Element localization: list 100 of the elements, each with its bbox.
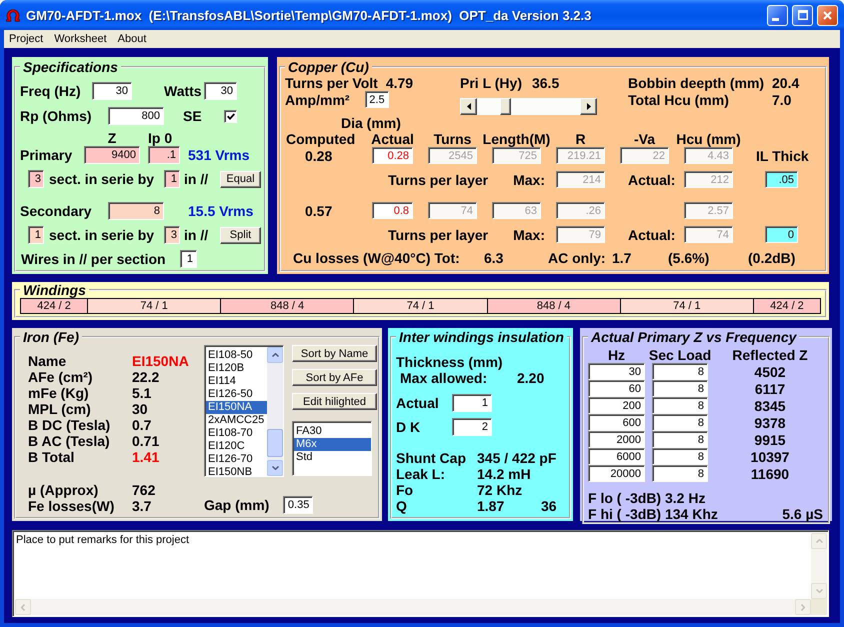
list-item[interactable]: EI126-50 [206,388,267,401]
actual-diameter-field[interactable]: 0.8 [372,202,413,219]
frequency-field[interactable]: 30 [588,363,645,380]
menu-item[interactable]: Project [4,33,48,45]
list-item[interactable]: EI108-70 [206,427,267,440]
watts-field[interactable]: 30 [204,82,237,100]
wires-field[interactable]: 1 [180,250,197,268]
slider-right-button[interactable] [580,98,597,115]
il-thickness-field[interactable]: 0 [765,226,798,243]
list-item[interactable]: EI150NA [206,401,267,414]
scroll-down-button[interactable] [267,460,283,476]
column-heading: Sec Load [648,347,712,363]
maximize-icon [798,10,808,20]
remarks-field[interactable]: Place to put remarks for this project [12,530,829,617]
freq-field[interactable]: 30 [92,82,132,100]
frequency-field[interactable]: 6000 [588,448,645,465]
bobbin-depth-value: 20.4 [772,75,800,91]
up-chevron-icon [272,353,278,357]
result-value: 345 / 422 pF [477,450,556,466]
property-label: AFe (cm²) [28,369,93,385]
impedance-field[interactable]: 8 [108,202,164,220]
load-field[interactable]: 8 [652,465,708,482]
property-label: MPL (cm) [28,401,91,417]
load-field[interactable]: 8 [652,414,708,431]
scrollbar-thumb[interactable] [267,429,283,457]
section-label: Secondary [20,203,92,219]
column-heading: Actual [371,131,414,147]
panel-title: Windings [22,282,87,298]
parallel-label: in // [184,227,208,243]
frequency-field[interactable]: 2000 [588,431,645,448]
frequency-field[interactable]: 200 [588,397,645,414]
series-sections-field[interactable]: 3 [28,170,44,188]
sort-by-afe-button[interactable]: Sort by AFe [292,369,377,386]
ip0-field[interactable]: .1 [148,146,180,164]
winding-section: 74 / 1 [87,298,222,314]
list-item[interactable]: M6x [294,438,371,451]
list-item[interactable]: EI120C [206,440,267,453]
turns-per-layer-label: Turns per layer [388,226,488,242]
se-label: SE [183,108,202,124]
gap-field[interactable]: 0.35 [283,496,314,514]
core-listbox[interactable]: EI108-50 EI120B EI114 EI126-50 EI150NA 2xAMCC25 EI108-70 EI120C EI126-70 EI150NB [204,345,284,477]
copper-losses-label: Cu losses (W@40°C) Tot: [293,250,460,266]
dielectric-constant-label: D K [396,419,420,435]
ac-losses-value: 1.7 [612,250,632,266]
voltage-value: 15.5 Vrms [188,203,254,219]
load-field[interactable]: 8 [652,431,708,448]
list-item[interactable]: EI108-50 [206,349,267,362]
menu-item[interactable]: Worksheet [49,33,112,45]
close-icon [823,10,832,20]
slider-left-button[interactable] [460,98,477,115]
actual-label: Actual: [628,226,676,242]
actual-diameter-field[interactable]: 0.28 [372,147,413,164]
parallel-label: in // [184,171,208,187]
frequency-field[interactable]: 60 [588,380,645,397]
actual-thickness-field[interactable]: 1 [452,394,492,412]
list-item[interactable]: EI150NB [206,466,267,476]
list-item[interactable]: EI126-70 [206,453,267,466]
section-button[interactable]: Split [220,226,261,244]
list-item[interactable]: EI114 [206,375,267,388]
il-thickness-field[interactable]: .05 [765,171,798,188]
minimize-button[interactable] [767,4,788,26]
rp-field[interactable]: 800 [108,107,164,125]
inductance-slider[interactable] [477,98,580,115]
impedance-field[interactable]: 9400 [84,146,140,164]
load-field[interactable]: 8 [652,363,708,380]
panel-title: Copper (Cu) [287,59,370,75]
slider-thumb[interactable] [500,98,511,115]
vertical-scrollbar[interactable] [267,347,283,476]
check-icon [226,112,234,120]
result-label: Fo [396,482,414,498]
column-heading: Computed [286,131,356,147]
series-sections-field[interactable]: 1 [28,226,44,244]
material-listbox[interactable]: FA30 M6x Std [292,421,372,476]
close-button[interactable] [817,4,838,26]
list-item[interactable]: EI120B [206,362,267,375]
column-heading: Length(M) [482,131,550,147]
copper-losses-value: 6.3 [484,250,504,266]
scroll-up-button[interactable] [267,347,283,363]
load-field[interactable]: 8 [652,397,708,414]
load-field[interactable]: 8 [652,380,708,397]
list-item[interactable]: Std [294,451,371,464]
result-label: Q [396,498,407,514]
parallel-sections-field[interactable]: 3 [164,226,180,244]
maximize-button[interactable] [792,4,813,26]
se-checkbox[interactable] [224,110,237,122]
section-button[interactable]: Equal [220,170,261,188]
current-density-field[interactable]: 2.5 [364,91,389,108]
list-item[interactable]: 2xAMCC25 [206,414,267,427]
list-item[interactable]: FA30 [294,425,371,438]
menu-item[interactable]: About [112,33,152,45]
right-triangle-icon [586,103,590,110]
edit-highlighted-button[interactable]: Edit hilighted [292,393,377,410]
dielectric-constant-field[interactable]: 2 [452,418,492,436]
sort-by-name-button[interactable]: Sort by Name [292,345,377,362]
parallel-sections-field[interactable]: 1 [164,170,180,188]
frequency-field[interactable]: 20000 [588,465,645,482]
load-field[interactable]: 8 [652,448,708,465]
frequency-field[interactable]: 600 [588,414,645,431]
computed-diameter-value: 0.57 [305,202,332,218]
reflected-impedance-value: 10397 [750,448,790,464]
